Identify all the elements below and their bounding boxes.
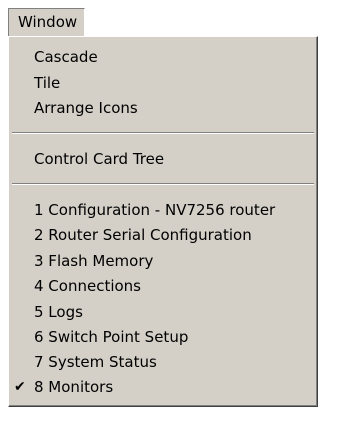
menu-item-label: 3 Flash Memory (34, 252, 154, 270)
menu-item-control-card-tree[interactable]: Control Card Tree (9, 147, 317, 172)
menu-item-label: 2 Router Serial Configuration (34, 226, 252, 244)
menu-item-switch-point-setup[interactable]: 6 Switch Point Setup (9, 325, 317, 350)
menu-item-configuration[interactable]: 1 Configuration - NV7256 router (9, 198, 317, 223)
menu-item-label: Control Card Tree (34, 150, 165, 168)
menu-item-tile[interactable]: Tile (9, 71, 317, 96)
menu-item-label: Tile (34, 74, 61, 92)
menu-item-label: Arrange Icons (34, 99, 138, 117)
menu-item-label: 7 System Status (34, 353, 157, 371)
menu-item-label: Cascade (34, 48, 98, 66)
menu-item-logs[interactable]: 5 Logs (9, 300, 317, 325)
window-dropdown-menu: Cascade Tile Arrange Icons Control Card … (8, 36, 318, 407)
menu-item-arrange-icons[interactable]: Arrange Icons (9, 96, 317, 121)
menu-item-label: 4 Connections (34, 277, 141, 295)
window-menu-label: Window (18, 13, 78, 31)
menu-item-label: 5 Logs (34, 303, 83, 321)
menu-item-connections[interactable]: 4 Connections (9, 274, 317, 299)
menu-item-flash-memory[interactable]: 3 Flash Memory (9, 249, 317, 274)
menu-item-label: 6 Switch Point Setup (34, 328, 189, 346)
menu-separator (12, 183, 314, 185)
window-menu[interactable]: Window (8, 8, 85, 37)
menu-item-label: 1 Configuration - NV7256 router (34, 201, 276, 219)
menu-item-cascade[interactable]: Cascade (9, 45, 317, 70)
menu-item-label: 8 Monitors (34, 378, 114, 396)
checkmark-icon: ✔ (14, 379, 26, 395)
menu-separator (12, 132, 314, 134)
menu-item-monitors[interactable]: ✔ 8 Monitors (9, 375, 317, 400)
menu-item-router-serial-configuration[interactable]: 2 Router Serial Configuration (9, 223, 317, 248)
menu-item-system-status[interactable]: 7 System Status (9, 350, 317, 375)
